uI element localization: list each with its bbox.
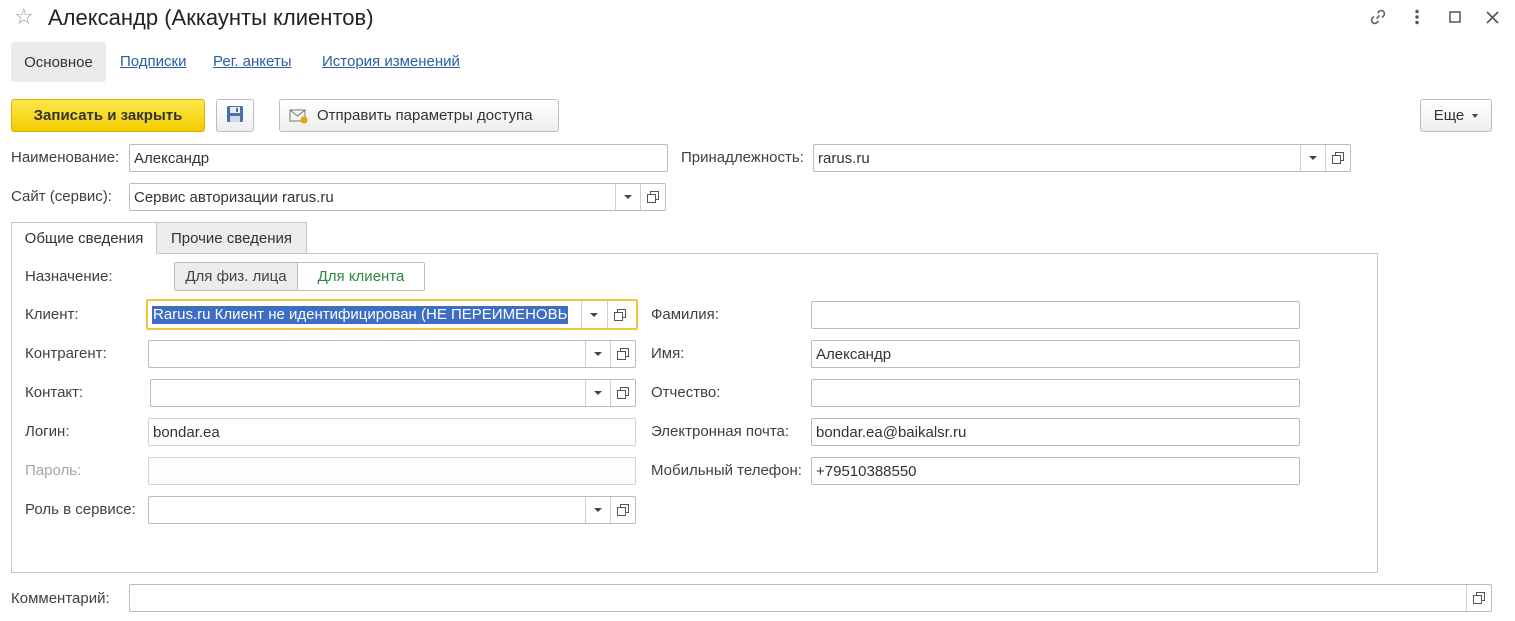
comment-input[interactable]: [129, 584, 1492, 612]
site-select[interactable]: Сервис авторизации rarus.ru: [129, 183, 666, 211]
nav-tab-registration-forms[interactable]: Рег. анкеты: [213, 53, 292, 70]
link-icon[interactable]: [1367, 6, 1389, 28]
open-item-icon[interactable]: [610, 497, 635, 523]
more-vertical-icon[interactable]: [1406, 6, 1428, 28]
send-access-params-button[interactable]: Отправить параметры доступа: [279, 99, 559, 132]
dropdown-arrow-icon[interactable]: [585, 380, 610, 406]
role-select[interactable]: [148, 496, 636, 524]
maximize-icon[interactable]: [1444, 6, 1466, 28]
belonging-label: Принадлежность:: [681, 149, 804, 166]
dropdown-arrow-icon[interactable]: [615, 184, 640, 210]
more-actions-label: Еще: [1433, 107, 1465, 124]
email-label: Электронная почта:: [651, 423, 790, 440]
open-item-icon[interactable]: [610, 380, 635, 406]
site-value: Сервис авторизации rarus.ru: [134, 188, 334, 206]
open-item-icon[interactable]: [610, 341, 635, 367]
open-item-icon[interactable]: [607, 301, 632, 328]
contact-label: Контакт:: [25, 384, 84, 401]
belonging-select[interactable]: rarus.ru: [813, 144, 1351, 172]
dropdown-arrow-icon[interactable]: [585, 341, 610, 367]
surname-label: Фамилия:: [651, 306, 719, 323]
dropdown-arrow-icon[interactable]: [585, 497, 610, 523]
tab-other-info[interactable]: Прочие сведения: [156, 222, 307, 254]
open-item-icon[interactable]: [1466, 585, 1491, 611]
close-icon[interactable]: [1481, 6, 1503, 28]
first-name-input[interactable]: Александр: [811, 340, 1300, 368]
surname-input[interactable]: [811, 301, 1300, 329]
chevron-down-icon: [1472, 113, 1479, 118]
dropdown-arrow-icon[interactable]: [1300, 145, 1325, 171]
phone-label: Мобильный телефон:: [651, 462, 802, 479]
belonging-value: rarus.ru: [818, 149, 870, 167]
first-name-label: Имя:: [651, 345, 685, 362]
site-label: Сайт (сервис):: [11, 188, 112, 205]
patronymic-input[interactable]: [811, 379, 1300, 407]
dropdown-arrow-icon[interactable]: [581, 301, 606, 328]
purpose-option-client[interactable]: Для клиента: [298, 263, 424, 290]
password-label: Пароль:: [25, 462, 82, 479]
nav-tab-subscriptions[interactable]: Подписки: [120, 53, 187, 70]
role-label: Роль в сервисе:: [25, 501, 136, 518]
email-input[interactable]: bondar.ea@baikalsr.ru: [811, 418, 1300, 446]
floppy-disk-icon: [226, 105, 244, 127]
send-access-params-label: Отправить параметры доступа: [317, 107, 533, 124]
nav-tab-change-history[interactable]: История изменений: [322, 53, 460, 70]
window-title: Александр (Аккаунты клиентов): [48, 5, 374, 30]
open-item-icon[interactable]: [640, 184, 665, 210]
counterparty-select[interactable]: [148, 340, 636, 368]
patronymic-label: Отчество:: [651, 384, 721, 401]
login-label: Логин:: [25, 423, 70, 440]
favorite-star-icon[interactable]: ☆: [14, 6, 34, 28]
phone-input[interactable]: +79510388550: [811, 457, 1300, 485]
comment-label: Комментарий:: [11, 590, 110, 607]
save-and-close-button[interactable]: Записать и закрыть: [11, 99, 205, 132]
open-item-icon[interactable]: [1325, 145, 1350, 171]
name-label: Наименование:: [11, 149, 120, 166]
counterparty-label: Контрагент:: [25, 345, 107, 362]
envelope-send-icon: [289, 108, 309, 124]
client-select[interactable]: Rarus.ru Клиент не идентифицирован (НЕ П…: [146, 299, 638, 330]
purpose-toggle[interactable]: Для физ. лица Для клиента: [174, 262, 425, 291]
more-actions-button[interactable]: Еще: [1420, 99, 1492, 132]
tab-general-info[interactable]: Общие сведения: [11, 222, 157, 254]
name-input[interactable]: Александр: [129, 144, 668, 172]
purpose-option-individual[interactable]: Для физ. лица: [175, 263, 298, 290]
contact-select[interactable]: [150, 379, 636, 407]
purpose-label: Назначение:: [25, 268, 113, 285]
login-input[interactable]: bondar.ea: [148, 418, 636, 446]
nav-tab-main[interactable]: Основное: [11, 42, 106, 82]
save-button[interactable]: [216, 99, 254, 132]
password-input[interactable]: [148, 457, 636, 485]
client-label: Клиент:: [25, 306, 79, 323]
client-value: Rarus.ru Клиент не идентифицирован (НЕ П…: [152, 305, 569, 324]
